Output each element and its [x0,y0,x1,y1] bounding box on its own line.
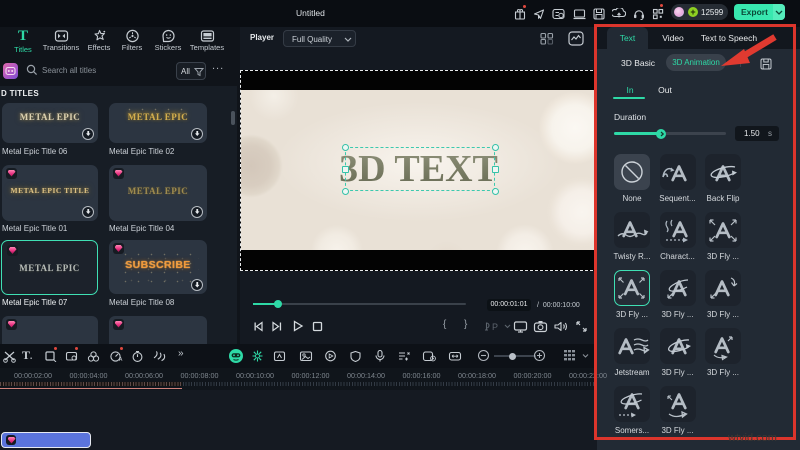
svg-text:P: P [492,322,498,332]
svg-text:A: A [119,357,123,362]
